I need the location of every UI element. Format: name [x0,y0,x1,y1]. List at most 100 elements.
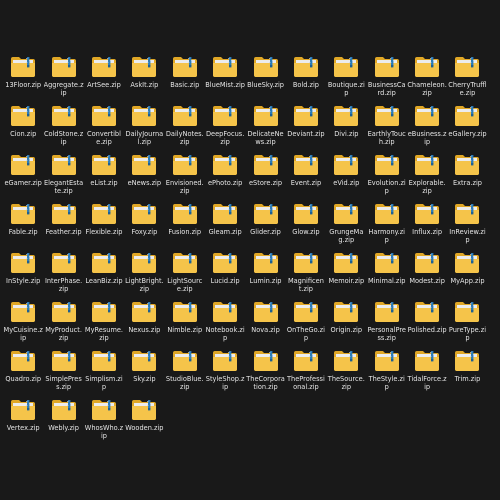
zip-file-item[interactable]: Magnificent.zip [286,248,326,297]
zip-file-item[interactable]: EarthlyTouch.zip [367,101,407,150]
zip-file-item[interactable]: Webly.zip [43,395,83,444]
zip-file-item[interactable]: MyProduct.zip [43,297,83,346]
zip-file-item[interactable]: TidalForce.zip [407,346,447,395]
zip-file-item[interactable]: Lucid.zip [205,248,245,297]
zip-file-item[interactable]: LightSource.zip [165,248,205,297]
zip-file-item[interactable]: ePhoto.zip [205,150,245,199]
zip-file-item[interactable]: TheProfessional.zip [286,346,326,395]
zip-file-item[interactable]: Notebook.zip [205,297,245,346]
zip-file-item[interactable]: Quadro.zip [3,346,43,395]
zip-file-item[interactable]: DeepFocus.zip [205,101,245,150]
zip-file-item[interactable]: Origin.zip [326,297,366,346]
zip-file-item[interactable]: Explorable.zip [407,150,447,199]
zip-file-item[interactable]: Simplism.zip [84,346,124,395]
zip-file-item[interactable]: SimplePress.zip [43,346,83,395]
zip-file-item[interactable]: Nova.zip [245,297,285,346]
zip-file-item[interactable]: eBusiness.zip [407,101,447,150]
zip-file-item[interactable]: Sky.zip [124,346,164,395]
zip-file-item[interactable]: Minimal.zip [367,248,407,297]
zip-folder-icon [454,154,480,176]
zip-file-item[interactable]: StyleShop.zip [205,346,245,395]
file-name: MyProduct.zip [45,326,82,342]
zip-file-item[interactable]: Polished.zip [407,297,447,346]
zip-file-item[interactable]: Divi.zip [326,101,366,150]
zip-file-item[interactable]: Influx.zip [407,199,447,248]
zip-file-item[interactable]: DailyJournal.zip [124,101,164,150]
zip-file-item[interactable]: Cion.zip [3,101,43,150]
zip-file-item[interactable]: Wooden.zip [124,395,164,444]
zip-file-item[interactable]: eStore.zip [245,150,285,199]
zip-file-item[interactable]: Deviant.zip [286,101,326,150]
zip-file-item[interactable]: TheSource.zip [326,346,366,395]
zip-file-item[interactable]: Feather.zip [43,199,83,248]
zip-file-item[interactable]: Glider.zip [245,199,285,248]
zip-file-item[interactable]: MyApp.zip [447,248,487,297]
zip-file-item[interactable]: Boutique.zip [326,52,366,101]
zip-file-item[interactable]: eList.zip [84,150,124,199]
zip-file-item[interactable]: Nimble.zip [165,297,205,346]
zip-file-item[interactable]: Fusion.zip [165,199,205,248]
zip-file-item[interactable]: Fable.zip [3,199,43,248]
zip-file-item[interactable]: Harmony.zip [367,199,407,248]
zip-file-item[interactable]: ElegantEstate.zip [43,150,83,199]
zip-file-item[interactable]: TheCorporation.zip [245,346,285,395]
zip-folder-icon [51,301,77,323]
zip-file-item[interactable]: eGamer.zip [3,150,43,199]
zip-file-item[interactable]: AskIt.zip [124,52,164,101]
zip-file-item[interactable]: InterPhase.zip [43,248,83,297]
file-name: Divi.zip [334,130,359,138]
zip-folder-icon [454,350,480,372]
zip-file-item[interactable]: Basic.zip [165,52,205,101]
zip-file-item[interactable]: LightBright.zip [124,248,164,297]
zip-file-item[interactable]: Chameleon.zip [407,52,447,101]
file-name: eBusiness.zip [407,130,447,146]
zip-file-item[interactable]: BlueMist.zip [205,52,245,101]
zip-file-item[interactable]: StudioBlue.zip [165,346,205,395]
zip-file-item[interactable]: LeanBiz.zip [84,248,124,297]
zip-file-item[interactable]: WhosWho.zip [84,395,124,444]
zip-file-item[interactable]: 13Floor.zip [3,52,43,101]
zip-file-item[interactable]: Envisioned.zip [165,150,205,199]
zip-file-item[interactable]: DailyNotes.zip [165,101,205,150]
zip-file-item[interactable]: Extra.zip [447,150,487,199]
zip-file-item[interactable]: OnTheGo.zip [286,297,326,346]
zip-file-item[interactable]: Flexible.zip [84,199,124,248]
zip-file-item[interactable]: DelicateNews.zip [245,101,285,150]
zip-file-item[interactable]: GrungeMag.zip [326,199,366,248]
file-name: InterPhase.zip [44,277,83,293]
zip-folder-icon [374,154,400,176]
zip-file-item[interactable]: BusinessCard.zip [367,52,407,101]
zip-file-item[interactable]: Lumin.zip [245,248,285,297]
zip-file-item[interactable]: Memoir.zip [326,248,366,297]
zip-file-item[interactable]: eVid.zip [326,150,366,199]
zip-file-item[interactable]: Vertex.zip [3,395,43,444]
zip-file-item[interactable]: CherryTruffle.zip [447,52,487,101]
zip-file-item[interactable]: MyResume.zip [84,297,124,346]
zip-file-item[interactable]: Convertible.zip [84,101,124,150]
zip-file-item[interactable]: Event.zip [286,150,326,199]
zip-file-item[interactable]: Evolution.zip [367,150,407,199]
zip-file-item[interactable]: InStyle.zip [3,248,43,297]
zip-file-item[interactable]: Bold.zip [286,52,326,101]
zip-file-item[interactable]: ArtSee.zip [84,52,124,101]
zip-file-item[interactable]: Aggregate.zip [43,52,84,101]
zip-file-item[interactable]: eGallery.zip [447,101,487,150]
zip-file-item[interactable]: InReview.zip [447,199,487,248]
zip-file-item[interactable]: Nexus.zip [124,297,164,346]
zip-folder-icon [131,301,157,323]
zip-file-item[interactable]: PersonalPress.zip [367,297,407,346]
zip-file-item[interactable]: BlueSky.zip [245,52,285,101]
zip-file-item[interactable]: PureType.zip [447,297,487,346]
zip-file-item[interactable]: Modest.zip [407,248,447,297]
file-name: WhosWho.zip [84,424,124,440]
zip-file-item[interactable]: Trim.zip [447,346,487,395]
zip-file-item[interactable]: Foxy.zip [124,199,164,248]
zip-file-item[interactable]: Gleam.zip [205,199,245,248]
zip-folder-icon [253,56,279,78]
zip-file-item[interactable]: eNews.zip [124,150,164,199]
zip-file-item[interactable]: ColdStone.zip [43,101,83,150]
zip-file-item[interactable]: MyCuisine.zip [3,297,43,346]
file-name: Wooden.zip [125,424,164,432]
zip-file-item[interactable]: TheStyle.zip [367,346,407,395]
zip-file-item[interactable]: Glow.zip [286,199,326,248]
